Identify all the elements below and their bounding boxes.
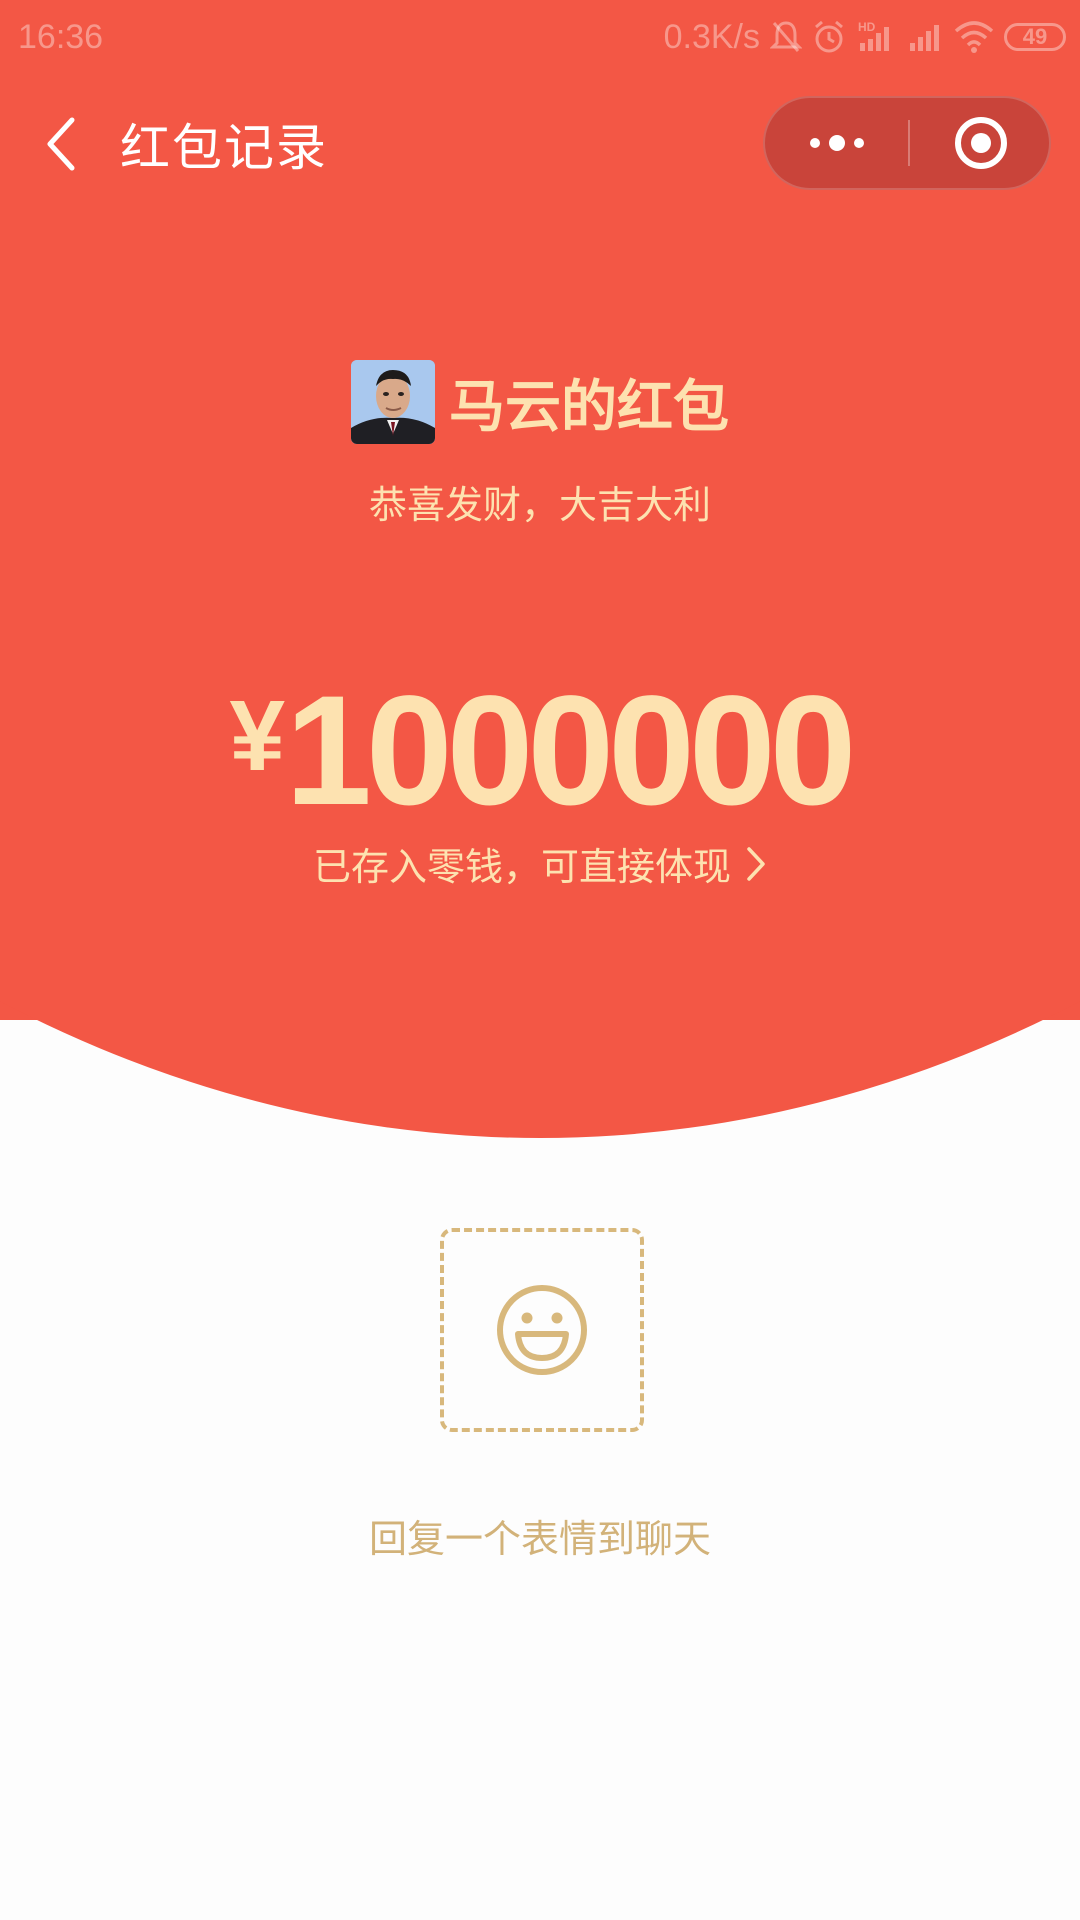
- mini-program-capsule: [763, 96, 1051, 190]
- avatar: [351, 360, 435, 444]
- reply-emoji-label[interactable]: 回复一个表情到聊天: [0, 1508, 1080, 1563]
- close-button[interactable]: [910, 98, 1051, 188]
- currency-symbol: ¥: [229, 680, 286, 792]
- deposit-link[interactable]: 已存入零钱，可直接体现: [0, 836, 1080, 891]
- alarm-icon: [812, 19, 846, 55]
- status-icons: 0.3K/s HD 49: [664, 14, 1066, 60]
- status-bar: 16:36 0.3K/s HD 49: [0, 0, 1080, 74]
- mute-bell-icon: [770, 19, 802, 55]
- chevron-right-icon: [747, 846, 765, 881]
- greeting-text: 恭喜发财，大吉大利: [368, 483, 711, 527]
- sender-name: 马云的红包: [449, 374, 729, 440]
- chevron-left-icon: [47, 117, 75, 171]
- page-title: 红包记录: [120, 119, 328, 177]
- battery-icon: 49: [1004, 23, 1066, 51]
- status-time: 16:36: [18, 18, 104, 56]
- back-button[interactable]: [36, 112, 86, 176]
- deposit-note: 已存入零钱，可直接体现: [312, 845, 731, 889]
- hd-signal-icon: HD: [856, 19, 898, 55]
- red-packet-record-page: 16:36 0.3K/s HD 49 红包记录 马云的红包 恭喜发财，大吉大利 …: [0, 0, 1080, 1920]
- amount-value: 1000000: [285, 664, 856, 838]
- wifi-icon: [954, 19, 994, 55]
- signal-icon: [908, 19, 944, 55]
- smiley-icon: [497, 1285, 587, 1375]
- svg-text:HD: HD: [858, 20, 876, 34]
- more-button[interactable]: [765, 98, 908, 188]
- more-dots-icon: [809, 135, 864, 151]
- amount-display: ¥1000000: [0, 662, 1080, 841]
- target-close-icon: [954, 117, 1007, 169]
- emoji-reply-button[interactable]: [440, 1228, 644, 1432]
- net-speed: 0.3K/s: [663, 17, 760, 56]
- sender-row: 马云的红包: [0, 358, 1080, 446]
